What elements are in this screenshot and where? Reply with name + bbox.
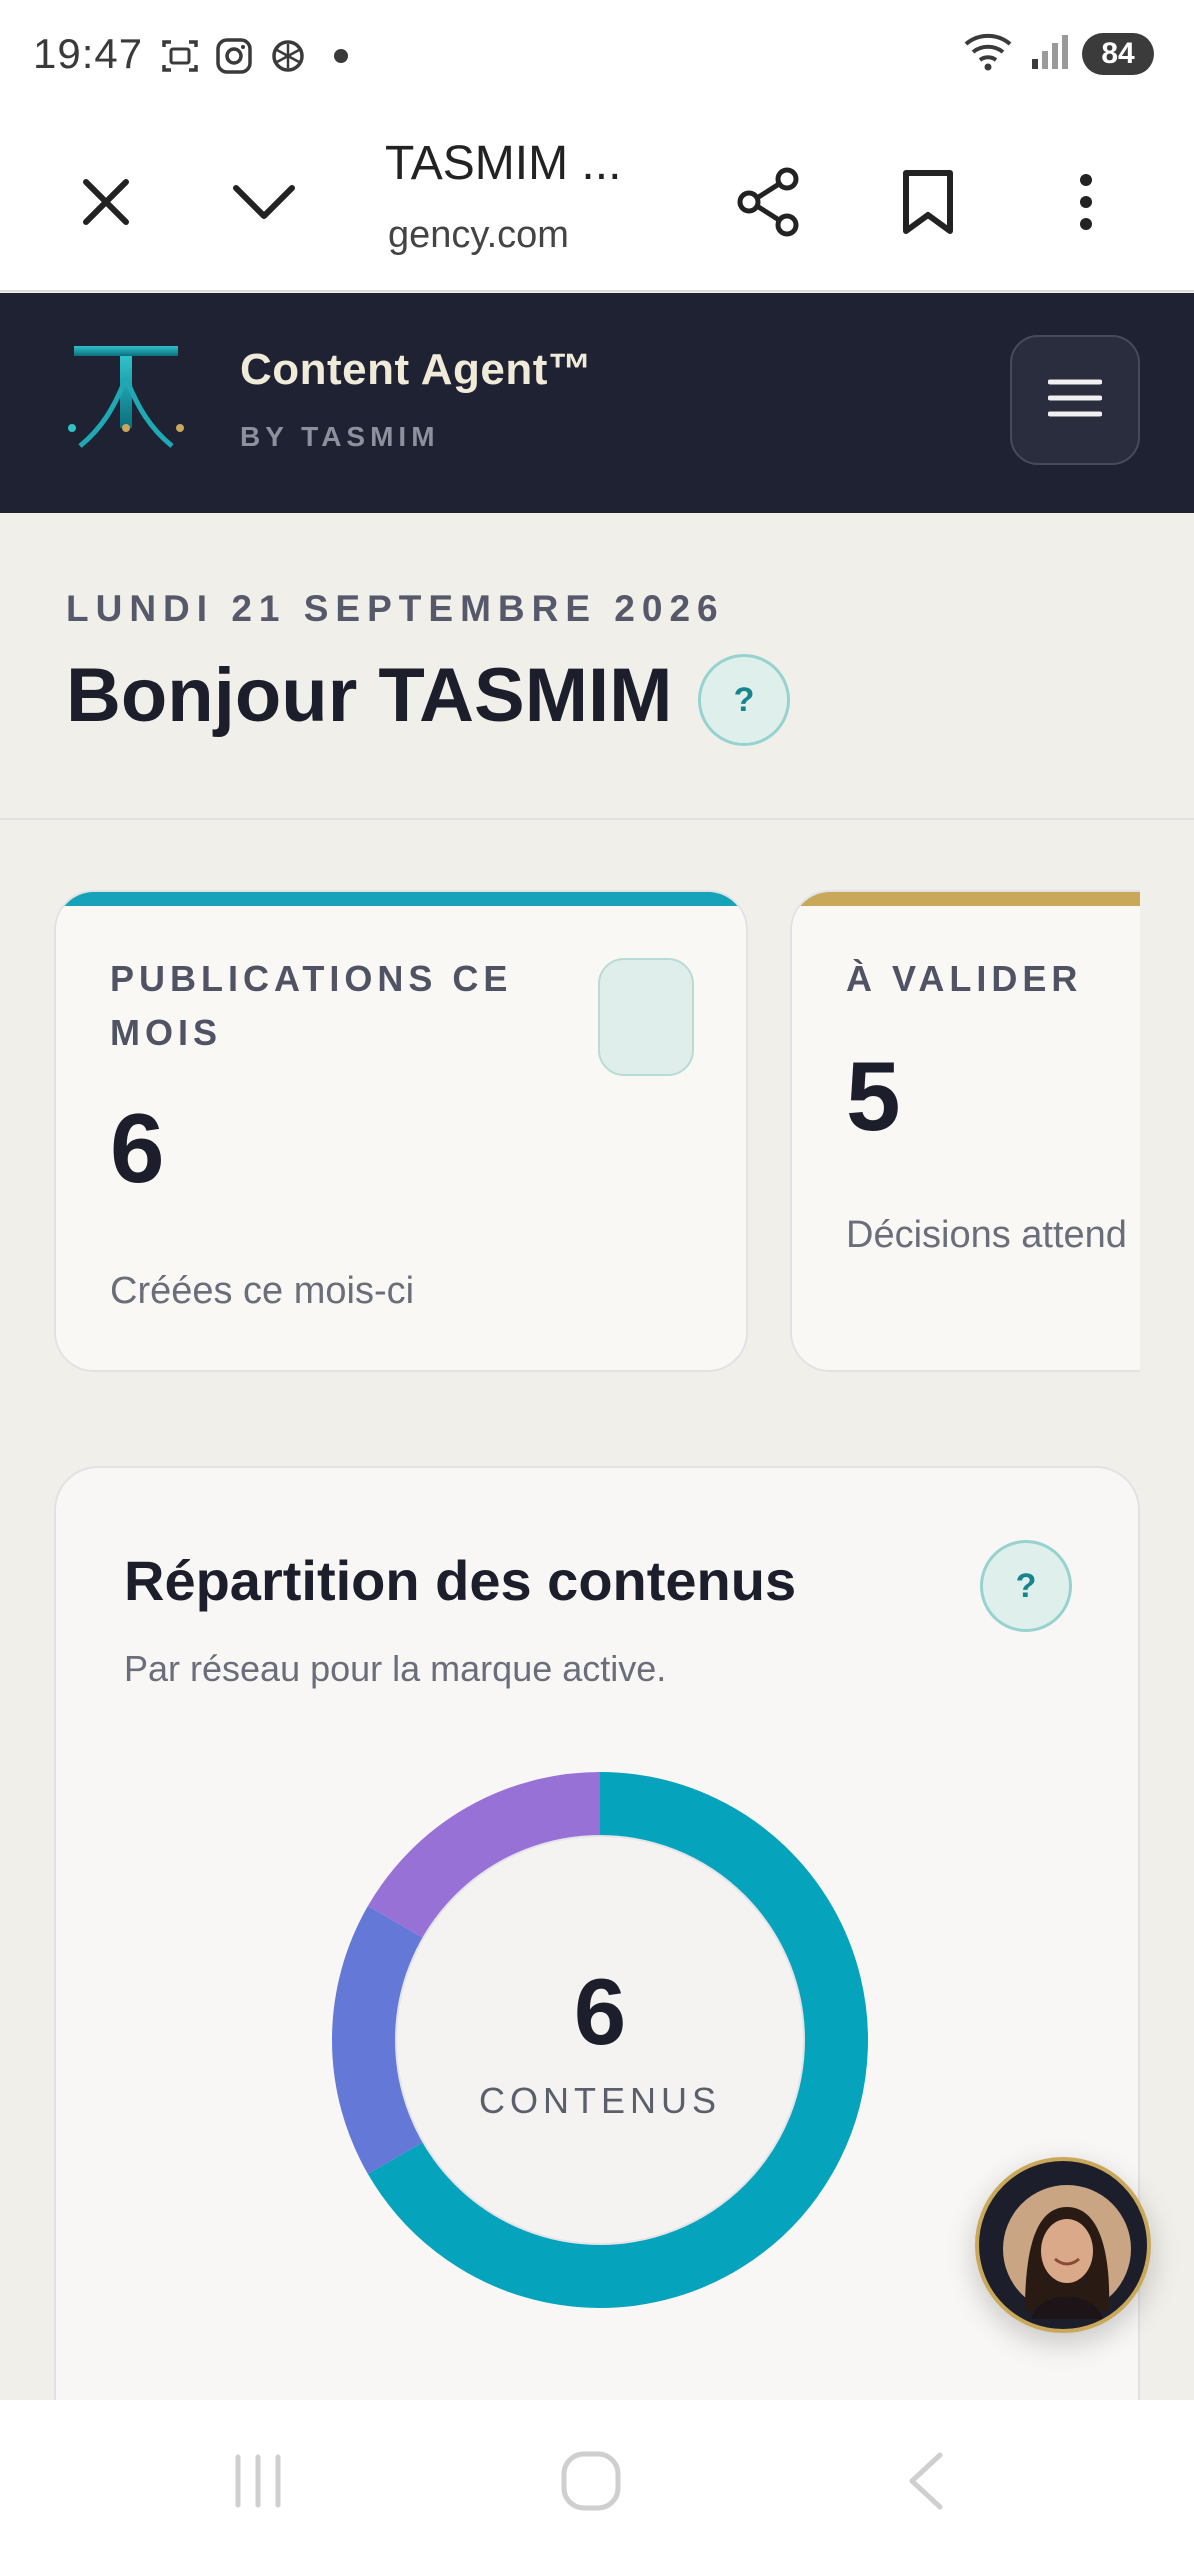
back-icon[interactable] <box>880 2436 970 2526</box>
hamburger-menu-icon <box>1047 378 1103 423</box>
stats-carousel[interactable]: PUBLICATIONS CE MOIS 6 Créées ce mois-ci… <box>54 890 1140 1385</box>
stat-card-publications[interactable]: PUBLICATIONS CE MOIS 6 Créées ce mois-ci <box>54 890 748 1372</box>
stat-accent-bar <box>56 892 746 906</box>
recent-apps-icon[interactable] <box>213 2436 303 2526</box>
close-icon[interactable] <box>62 158 150 246</box>
stat-accent-bar <box>792 892 1140 906</box>
current-date: LUNDI 21 SEPTEMBRE 2026 <box>66 588 725 629</box>
avatar <box>1003 2185 1131 2319</box>
greeting-title: Bonjour TASMIM <box>66 653 673 738</box>
stat-label: PUBLICATIONS CE MOIS <box>110 958 513 1053</box>
donut-total-value: 6 <box>573 1959 627 2064</box>
android-nav-bar <box>0 2400 1194 2560</box>
stat-card-to-validate[interactable]: À VALIDER 5 Décisions attend <box>790 890 1140 1372</box>
more-notifications-dot <box>334 49 348 63</box>
page-url[interactable]: gency.com <box>388 214 569 257</box>
stat-description: Décisions attend <box>846 1214 1127 1256</box>
stat-icon-placeholder <box>598 958 694 1076</box>
tasmim-logo[interactable] <box>66 338 186 458</box>
signal-icon <box>1030 31 1070 76</box>
distribution-title: Répartition des contenus <box>124 1549 797 1612</box>
stat-value: 6 <box>110 1093 165 1203</box>
bookmark-icon[interactable] <box>884 158 972 246</box>
screenshot-icon <box>160 36 200 76</box>
status-time: 19:47 <box>33 30 144 77</box>
assistant-avatar-button[interactable] <box>975 2157 1151 2333</box>
distribution-help-button[interactable]: ? <box>980 1540 1072 1632</box>
status-bar: 19:47 84 <box>0 0 1194 112</box>
more-options-icon[interactable] <box>1042 158 1130 246</box>
distribution-subtitle: Par réseau pour la marque active. <box>124 1648 667 1689</box>
content-distribution-card: Répartition des contenus ? Par réseau po… <box>54 1466 1140 2560</box>
chevron-down-icon[interactable] <box>220 158 308 246</box>
stat-value: 5 <box>846 1041 901 1151</box>
stat-label: À VALIDER <box>846 958 1083 999</box>
app-header: Content Agent™ BY TASMIM <box>0 293 1194 513</box>
donut-total-label: CONTENUS <box>478 2080 721 2121</box>
page-title: TASMIM ... <box>385 137 622 190</box>
stat-description: Créées ce mois-ci <box>110 1270 415 1312</box>
brand-name: Content Agent™ <box>240 345 593 394</box>
section-divider <box>0 818 1194 820</box>
instagram-icon <box>214 36 254 76</box>
brand-subtitle: BY TASMIM <box>240 421 440 452</box>
browser-toolbar: TASMIM ... gency.com <box>0 112 1194 292</box>
share-icon[interactable] <box>725 158 813 246</box>
chatgpt-icon <box>268 36 308 76</box>
wifi-icon <box>962 30 1018 77</box>
battery-indicator: 84 <box>1082 32 1154 75</box>
menu-button[interactable] <box>1010 335 1140 465</box>
help-button[interactable]: ? <box>698 654 790 746</box>
home-icon[interactable] <box>546 2436 636 2526</box>
